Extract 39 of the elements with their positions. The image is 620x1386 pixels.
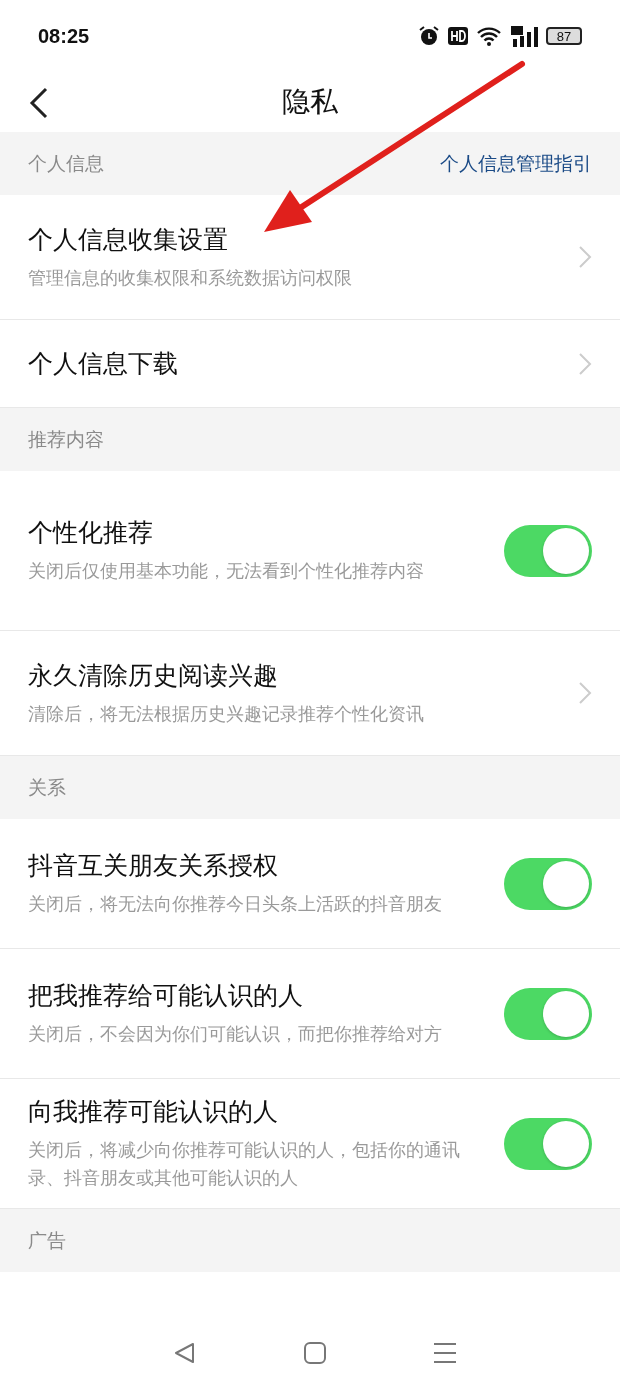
settings-row[interactable]: 个性化推荐 关闭后仅使用基本功能，无法看到个性化推荐内容: [0, 471, 620, 631]
row-title: 抖音互关朋友关系授权: [28, 850, 279, 882]
row-description: 关闭后，不会因为你们可能认识，而把你推荐给对方: [28, 1022, 443, 1046]
status-time: 08:25: [38, 24, 90, 48]
toggle-switch[interactable]: [504, 857, 592, 910]
row-title: 个人信息下载: [28, 348, 179, 380]
page-title: 隐私: [282, 84, 338, 120]
guide-link[interactable]: 个人信息管理指引: [440, 150, 592, 177]
section-label: 个人信息: [28, 150, 104, 176]
row-title: 把我推荐给可能认识的人: [28, 980, 304, 1012]
row-description: 清除后，将无法根据历史兴趣记录推荐个性化资讯: [28, 701, 425, 726]
toggle-switch[interactable]: [504, 524, 592, 577]
row-description: 关闭后仅使用基本功能，无法看到个性化推荐内容: [28, 559, 425, 583]
settings-row[interactable]: 抖音互关朋友关系授权 关闭后，将无法向你推荐今日头条上活跃的抖音朋友: [0, 819, 620, 949]
row-title: 个性化推荐: [28, 517, 154, 549]
section-label: 推荐内容: [28, 426, 104, 452]
row-description: 管理信息的收集权限和系统数据访问权限: [28, 265, 353, 290]
row-title: 永久清除历史阅读兴趣: [28, 659, 279, 692]
row-title: 个人信息收集设置: [28, 223, 229, 256]
toggle-switch[interactable]: [504, 1117, 592, 1170]
back-nav-icon[interactable]: [173, 1341, 197, 1365]
signal-icon: [510, 25, 538, 47]
settings-row[interactable]: 把我推荐给可能认识的人 关闭后，不会因为你们可能认识，而把你推荐给对方: [0, 949, 620, 1079]
section-label: 关系: [28, 774, 66, 800]
section-label: 广告: [28, 1227, 66, 1253]
alarm-icon: [418, 25, 440, 47]
wifi-icon: [476, 26, 502, 46]
toggle-switch[interactable]: [504, 987, 592, 1040]
row-title: 向我推荐可能认识的人: [28, 1096, 279, 1128]
chevron-icon: [578, 351, 592, 376]
chevron-icon: [578, 681, 592, 705]
chevron-icon: [578, 245, 592, 269]
row-description: 关闭后，将减少向你推荐可能认识的人，包括你的通讯录、抖音朋友或其他可能认识的人: [28, 1138, 461, 1190]
back-icon[interactable]: [28, 86, 50, 120]
hd-icon: [448, 27, 468, 45]
row-description: 关闭后，将无法向你推荐今日头条上活跃的抖音朋友: [28, 892, 443, 916]
home-nav-icon[interactable]: [303, 1341, 327, 1365]
battery-icon: 87: [546, 27, 582, 45]
menu-nav-icon[interactable]: [433, 1342, 457, 1364]
